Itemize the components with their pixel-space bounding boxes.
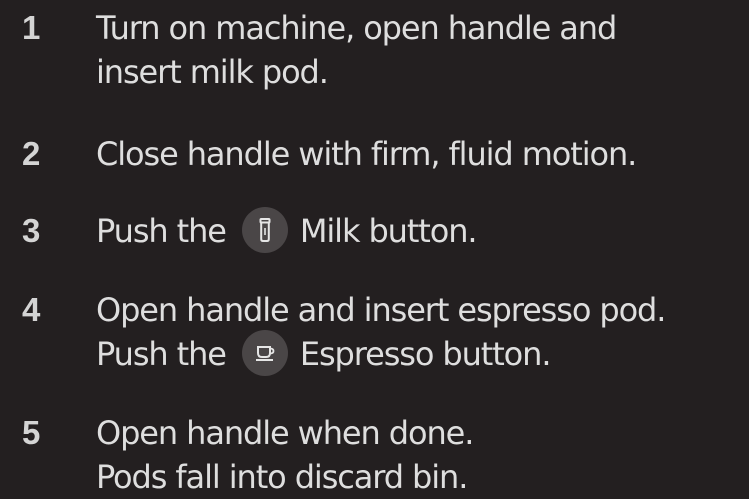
- step-line: Open handle and insert espresso pod.: [96, 291, 666, 329]
- step-line: insert milk pod.: [96, 53, 329, 91]
- step-line: Close handle with firm, fluid motion.: [96, 135, 637, 173]
- espresso-cup-icon: [241, 330, 288, 376]
- step-text-before-icon: Push the: [96, 212, 227, 250]
- step-line: Turn on machine, open handle and: [96, 9, 617, 47]
- step-text: Close handle with firm, fluid motion.: [96, 132, 637, 176]
- step-text: Turn on machine, open handle and insert …: [96, 6, 617, 94]
- milk-bottle-icon: [241, 207, 288, 253]
- step-text-after-icon: Espresso button.: [299, 335, 552, 373]
- step-number: 1: [22, 9, 41, 46]
- step-number: 3: [22, 212, 41, 249]
- step-number: 2: [22, 135, 41, 172]
- step-line: Push the Milk button.: [96, 207, 478, 253]
- step-line: Open handle when done.: [96, 414, 474, 452]
- step-text-before-icon: Push the: [96, 335, 227, 373]
- step-line: Pods fall into discard bin.: [96, 458, 468, 496]
- step-line: Push the Espresso button.: [96, 330, 665, 376]
- instruction-steps: 1 Turn on machine, open handle and inser…: [0, 0, 749, 496]
- step-number: 4: [22, 291, 41, 328]
- step-number: 5: [22, 414, 41, 451]
- step-text: Open handle when done. Pods fall into di…: [96, 411, 474, 499]
- step-text: Open handle and insert espresso pod. Pus…: [96, 288, 666, 376]
- step-text-after-icon: Milk button.: [299, 212, 478, 250]
- step-text: Push the Milk button.: [96, 207, 478, 253]
